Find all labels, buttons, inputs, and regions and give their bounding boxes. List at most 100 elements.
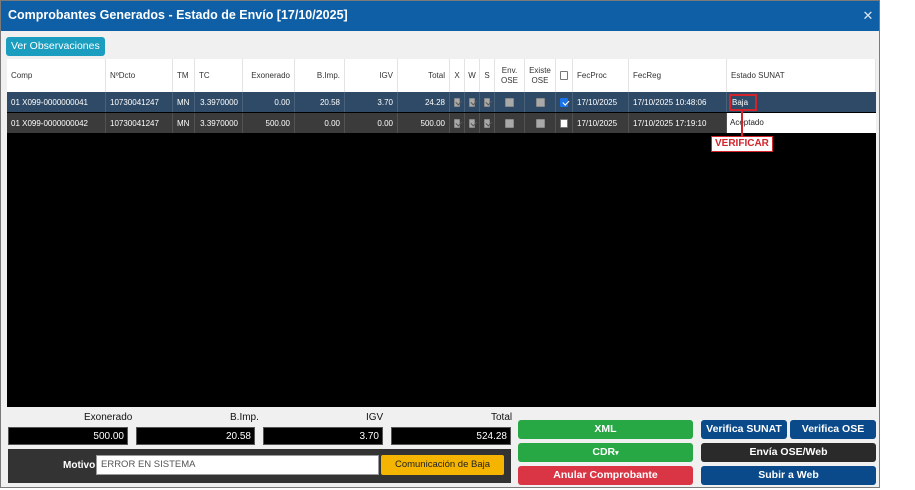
grid-header: Comp NºDcto TM TC Exonerado B.Imp. IGV T… — [7, 59, 876, 93]
cell-fecreg: 17/10/2025 17:19:10 — [629, 113, 727, 133]
cell-w — [465, 113, 480, 133]
cell-igv: 3.70 — [345, 92, 398, 112]
cell-exonerado: 500.00 — [243, 113, 295, 133]
verifica-ose-button[interactable]: Verifica OSE — [790, 420, 876, 439]
cell-tc: 3.3970000 — [195, 92, 243, 112]
w-checkbox — [469, 97, 475, 107]
cell-exonerado: 0.00 — [243, 92, 295, 112]
cell-ndcto: 10730041247 — [106, 113, 173, 133]
cell-x — [450, 92, 465, 112]
cell-existe-ose — [525, 92, 556, 112]
anular-comprobante-button[interactable]: Anular Comprobante — [518, 466, 693, 485]
w-checkbox — [469, 118, 475, 128]
env-ose-checkbox — [505, 118, 514, 128]
cell-env-ose — [495, 113, 525, 133]
cell-s — [480, 113, 495, 133]
header-w[interactable]: W — [465, 59, 480, 92]
cell-igv: 0.00 — [345, 113, 398, 133]
total-total-field: 524.28 — [391, 427, 511, 445]
header-bimp[interactable]: B.Imp. — [295, 59, 345, 92]
callout-connector — [741, 110, 743, 136]
cell-ndcto: 10730041247 — [106, 92, 173, 112]
header-ndcto[interactable]: NºDcto — [106, 59, 173, 92]
cdr-label: CDR — [592, 446, 616, 458]
window-title: Comprobantes Generados - Estado de Envío… — [8, 8, 348, 22]
header-existe-ose-line2: OSE — [531, 75, 549, 85]
header-env-ose[interactable]: Env. OSE — [495, 59, 525, 92]
existe-ose-checkbox — [535, 118, 545, 128]
header-x[interactable]: X — [450, 59, 465, 92]
cdr-button[interactable]: CDR▾ — [518, 443, 693, 462]
total-exonerado-field: 500.00 — [8, 427, 128, 445]
header-existe-ose-line1: Existe — [529, 65, 551, 75]
table-row[interactable]: 01 X099-0000000041 10730041247 MN 3.3970… — [7, 92, 876, 112]
comprobantes-window: Comprobantes Generados - Estado de Envío… — [0, 0, 880, 488]
subir-web-button[interactable]: Subir a Web — [701, 466, 876, 485]
cell-select — [556, 92, 573, 112]
cell-tm: MN — [173, 92, 195, 112]
verificar-callout: VERIFICAR — [711, 136, 773, 152]
header-comp[interactable]: Comp — [7, 59, 106, 92]
cell-bimp: 0.00 — [295, 113, 345, 133]
envia-ose-web-button[interactable]: Envía OSE/Web — [701, 443, 876, 462]
cell-s — [480, 92, 495, 112]
cell-estado: Aceptado — [727, 113, 876, 133]
comprobantes-grid: Comp NºDcto TM TC Exonerado B.Imp. IGV T… — [7, 59, 876, 407]
header-tc[interactable]: TC — [195, 59, 243, 92]
cell-x — [450, 113, 465, 133]
cell-comp: 01 X099-0000000041 — [7, 92, 106, 112]
header-env-ose-line2: OSE — [501, 75, 518, 85]
cell-w — [465, 92, 480, 112]
header-exonerado[interactable]: Exonerado — [243, 59, 295, 92]
total-igv-field: 3.70 — [263, 427, 383, 445]
cell-existe-ose — [525, 113, 556, 133]
xml-button[interactable]: XML — [518, 420, 693, 439]
s-checkbox — [484, 118, 490, 128]
header-env-ose-line1: Env. — [501, 65, 518, 75]
chevron-down-icon: ▾ — [615, 450, 619, 457]
s-checkbox — [484, 97, 490, 107]
x-checkbox — [454, 97, 460, 107]
header-igv[interactable]: IGV — [345, 59, 398, 92]
close-icon[interactable]: ✕ — [861, 9, 875, 23]
row-select-checkbox[interactable] — [560, 118, 568, 128]
cell-bimp: 20.58 — [295, 92, 345, 112]
row-select-checkbox[interactable] — [560, 97, 568, 107]
table-row[interactable]: 01 X099-0000000042 10730041247 MN 3.3970… — [7, 113, 876, 133]
select-all-checkbox[interactable] — [560, 71, 568, 80]
cell-tm: MN — [173, 113, 195, 133]
cell-total: 24.28 — [398, 92, 450, 112]
total-igv-label: IGV — [366, 412, 384, 423]
total-total-label: Total — [491, 412, 513, 423]
header-s[interactable]: S — [480, 59, 495, 92]
env-ose-checkbox — [505, 97, 514, 107]
motivo-panel: Motivo ERROR EN SISTEMA Comunicación de … — [8, 449, 511, 483]
verifica-sunat-button[interactable]: Verifica SUNAT — [701, 420, 787, 439]
cell-fecproc: 17/10/2025 — [573, 113, 629, 133]
header-fecproc[interactable]: FecProc — [573, 59, 629, 92]
cell-tc: 3.3970000 — [195, 113, 243, 133]
header-estado[interactable]: Estado SUNAT — [727, 59, 876, 92]
header-select-all[interactable] — [556, 59, 573, 92]
title-bar: Comprobantes Generados - Estado de Envío… — [1, 1, 879, 31]
cell-fecreg: 17/10/2025 10:48:06 — [629, 92, 727, 112]
header-tm[interactable]: TM — [173, 59, 195, 92]
x-checkbox — [454, 118, 460, 128]
cell-select — [556, 113, 573, 133]
header-total[interactable]: Total — [398, 59, 450, 92]
total-bimp-label: B.Imp. — [230, 412, 259, 423]
header-existe-ose[interactable]: Existe OSE — [525, 59, 556, 92]
header-fecreg[interactable]: FecReg — [629, 59, 727, 92]
motivo-label: Motivo — [63, 460, 96, 471]
cell-env-ose — [495, 92, 525, 112]
cell-fecproc: 17/10/2025 — [573, 92, 629, 112]
total-exonerado-label: Exonerado — [84, 412, 133, 423]
existe-ose-checkbox — [535, 97, 545, 107]
motivo-input[interactable]: ERROR EN SISTEMA — [96, 455, 379, 475]
comunicacion-baja-button[interactable]: Comunicación de Baja — [381, 455, 504, 475]
cell-comp: 01 X099-0000000042 — [7, 113, 106, 133]
cell-total: 500.00 — [398, 113, 450, 133]
cell-estado-highlighted: Baja — [729, 94, 757, 111]
ver-observaciones-button[interactable]: Ver Observaciones — [6, 37, 105, 56]
total-bimp-field: 20.58 — [136, 427, 255, 445]
